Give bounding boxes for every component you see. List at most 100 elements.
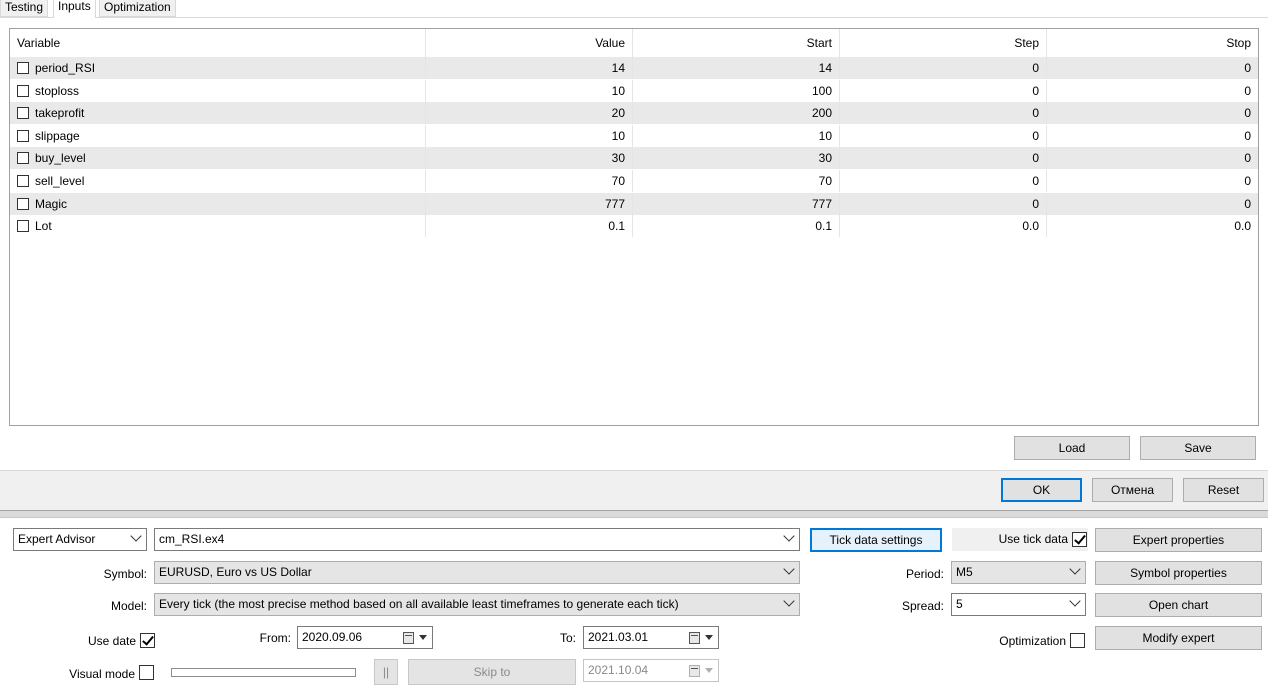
step-cell[interactable]: 0 xyxy=(840,124,1047,147)
start-cell[interactable]: 200 xyxy=(633,102,840,125)
period-value: M5 xyxy=(956,565,973,579)
use-date-checkbox[interactable] xyxy=(140,633,155,648)
step-cell[interactable]: 0 xyxy=(840,170,1047,192)
stop-cell[interactable]: 0 xyxy=(1047,147,1258,169)
skip-to-button[interactable]: Skip to xyxy=(408,659,576,685)
variable-name: buy_level xyxy=(35,151,86,166)
modify-expert-button[interactable]: Modify expert xyxy=(1095,626,1262,650)
open-chart-button[interactable]: Open chart xyxy=(1095,593,1262,617)
save-button[interactable]: Save xyxy=(1140,436,1256,460)
visual-mode-checkbox[interactable] xyxy=(139,665,154,680)
expert-properties-button[interactable]: Expert properties xyxy=(1095,528,1262,552)
step-cell[interactable]: 0 xyxy=(840,79,1047,102)
optimize-checkbox[interactable] xyxy=(17,175,29,187)
optimize-checkbox[interactable] xyxy=(17,62,29,74)
tab-inputs[interactable]: Inputs xyxy=(53,0,96,18)
column-step[interactable]: Step xyxy=(840,29,1047,57)
table-row[interactable]: sell_level 70 70 0 0 xyxy=(10,170,1258,192)
load-button[interactable]: Load xyxy=(1014,436,1130,460)
stop-cell[interactable]: 0.0 xyxy=(1047,215,1258,237)
table-row[interactable]: buy_level 30 30 0 0 xyxy=(10,147,1258,170)
optimize-checkbox[interactable] xyxy=(17,129,29,142)
value-cell[interactable]: 30 xyxy=(426,147,633,170)
column-stop[interactable]: Stop xyxy=(1047,29,1258,57)
from-date-value: 2020.09.06 xyxy=(302,630,363,644)
use-tick-data-label: Use tick data xyxy=(998,532,1068,546)
start-cell[interactable]: 10 xyxy=(633,124,840,147)
chevron-down-icon xyxy=(130,530,142,542)
variable-cell: stoploss xyxy=(10,79,426,102)
spread-select[interactable]: 5 xyxy=(951,593,1086,616)
column-variable[interactable]: Variable xyxy=(10,29,426,57)
visual-speed-slider[interactable] xyxy=(171,668,356,677)
start-cell[interactable]: 0.1 xyxy=(633,215,840,238)
tab-optimization[interactable]: Optimization xyxy=(99,0,176,17)
optimize-checkbox[interactable] xyxy=(17,107,29,120)
optimize-checkbox[interactable] xyxy=(17,84,29,97)
table-row[interactable]: Lot 0.1 0.1 0.0 0.0 xyxy=(10,215,1258,238)
expert-type-value: Expert Advisor xyxy=(18,532,96,546)
value-cell[interactable]: 777 xyxy=(426,192,633,215)
start-cell[interactable]: 777 xyxy=(633,192,840,215)
table-row[interactable]: takeprofit 20 200 0 0 xyxy=(10,102,1258,125)
model-label: Model: xyxy=(110,599,147,613)
expert-file-select[interactable]: cm_RSI.ex4 xyxy=(154,528,800,551)
optimize-checkbox[interactable] xyxy=(17,197,29,210)
symbol-properties-button[interactable]: Symbol properties xyxy=(1095,561,1262,585)
value-cell[interactable]: 20 xyxy=(426,102,633,125)
table-row[interactable]: period_RSI 14 14 0 0 xyxy=(10,57,1258,79)
stop-cell[interactable]: 0 xyxy=(1047,193,1258,215)
model-select[interactable]: Every tick (the most precise method base… xyxy=(154,593,800,616)
step-cell[interactable]: 0 xyxy=(840,102,1047,125)
skip-to-date-picker[interactable]: 2021.10.04 xyxy=(583,659,719,682)
start-cell[interactable]: 70 xyxy=(633,170,840,192)
reset-button[interactable]: Reset xyxy=(1183,478,1264,502)
period-select[interactable]: M5 xyxy=(951,561,1086,584)
column-start[interactable]: Start xyxy=(633,29,840,57)
table-row[interactable]: Magic 777 777 0 0 xyxy=(10,192,1258,215)
expert-type-select[interactable]: Expert Advisor xyxy=(13,528,147,551)
value-cell[interactable]: 10 xyxy=(426,79,633,102)
stop-cell[interactable]: 0 xyxy=(1047,102,1258,124)
symbol-select[interactable]: EURUSD, Euro vs US Dollar xyxy=(154,561,800,584)
value-cell[interactable]: 0.1 xyxy=(426,215,633,238)
pause-button[interactable]: || xyxy=(374,659,398,685)
value-cell[interactable]: 70 xyxy=(426,170,633,192)
stop-cell[interactable]: 0 xyxy=(1047,125,1258,147)
use-date-label: Use date xyxy=(87,634,136,648)
stop-cell[interactable]: 0 xyxy=(1047,80,1258,102)
tick-data-settings-button[interactable]: Tick data settings xyxy=(810,528,942,552)
cancel-button[interactable]: Отмена xyxy=(1092,478,1173,502)
tab-testing[interactable]: Testing xyxy=(0,0,49,17)
from-label: From: xyxy=(259,631,291,645)
optimization-checkbox[interactable] xyxy=(1070,633,1085,648)
variable-cell: slippage xyxy=(10,124,426,147)
optimize-checkbox[interactable] xyxy=(17,152,29,165)
variable-cell: period_RSI xyxy=(10,57,426,79)
start-cell[interactable]: 14 xyxy=(633,57,840,79)
from-date-picker[interactable]: 2020.09.06 xyxy=(297,626,433,649)
variable-cell: sell_level xyxy=(10,170,426,192)
ok-button[interactable]: OK xyxy=(1001,478,1082,502)
value-cell[interactable]: 14 xyxy=(426,57,633,79)
table-row[interactable]: slippage 10 10 0 0 xyxy=(10,124,1258,147)
start-cell[interactable]: 100 xyxy=(633,79,840,102)
step-cell[interactable]: 0.0 xyxy=(840,215,1047,238)
start-cell[interactable]: 30 xyxy=(633,147,840,170)
step-cell[interactable]: 0 xyxy=(840,192,1047,215)
step-cell[interactable]: 0 xyxy=(840,147,1047,170)
optimize-checkbox[interactable] xyxy=(17,220,29,233)
calendar-icon xyxy=(403,632,414,644)
value-cell[interactable]: 10 xyxy=(426,124,633,147)
to-date-picker[interactable]: 2021.03.01 xyxy=(583,626,719,649)
stop-cell[interactable]: 0 xyxy=(1047,170,1258,192)
panel-splitter[interactable] xyxy=(0,510,1268,518)
stop-cell[interactable]: 0 xyxy=(1047,57,1258,79)
step-cell[interactable]: 0 xyxy=(840,57,1047,79)
variable-name: Magic xyxy=(35,196,68,211)
use-tick-data-checkbox[interactable] xyxy=(1072,532,1087,547)
column-value[interactable]: Value xyxy=(426,29,633,57)
table-row[interactable]: stoploss 10 100 0 0 xyxy=(10,79,1258,102)
use-tick-data-group: Use tick data xyxy=(952,528,1088,551)
variable-cell: Magic xyxy=(10,192,426,215)
